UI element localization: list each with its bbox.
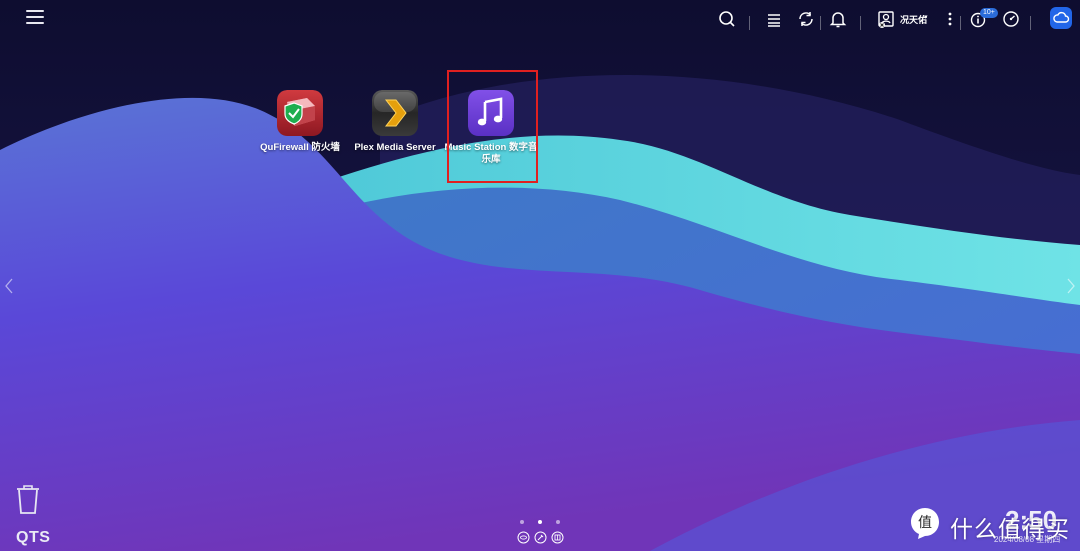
chevron-down-icon[interactable]: ▾ — [924, 13, 928, 21]
cloud-icon[interactable] — [1050, 7, 1072, 29]
top-bar: 况天佑 ▾ 10+ — [0, 0, 1080, 38]
watermark-text: 什么值得买 — [950, 517, 1070, 543]
page-dot-active[interactable] — [538, 520, 542, 524]
selection-highlight-box — [447, 70, 538, 183]
brand-logo: QTS — [16, 529, 51, 546]
watermark-logo-icon: 值 — [908, 506, 942, 540]
page-indicator — [518, 518, 562, 526]
more-options-icon[interactable] — [940, 9, 960, 29]
app-label: QuFirewall 防火墙 — [260, 142, 340, 153]
background-tasks-icon[interactable] — [764, 9, 784, 29]
disk-icon[interactable] — [517, 531, 530, 544]
search-icon[interactable] — [717, 9, 737, 29]
watermark: 值 什么值得买 — [908, 506, 1074, 543]
main-menu-icon[interactable] — [26, 10, 44, 28]
app-plex-media-server[interactable]: Plex Media Server — [347, 90, 443, 154]
chevron-left-icon[interactable] — [4, 277, 14, 295]
toolbar-separator — [960, 16, 961, 30]
chevron-right-icon[interactable] — [1066, 277, 1076, 295]
toolbar-separator — [820, 16, 821, 30]
bell-icon[interactable] — [828, 9, 848, 29]
plex-chevron-icon[interactable] — [372, 90, 418, 136]
watermark-logo-char: 值 — [918, 515, 932, 531]
notification-badge: 10+ — [980, 8, 998, 18]
app-label: Plex Media Server — [354, 142, 436, 153]
page-dot[interactable] — [520, 520, 524, 524]
user-name[interactable]: 况天佑 — [900, 13, 927, 26]
toolbar-separator — [1030, 16, 1031, 30]
desktop-wallpaper — [0, 0, 1080, 551]
toolbar-separator — [860, 16, 861, 30]
trash-icon[interactable] — [14, 482, 42, 516]
app-qufirewall[interactable]: QuFirewall 防火墙 — [252, 90, 348, 154]
dashboard-gauge-icon[interactable] — [1001, 9, 1021, 29]
sync-icon[interactable] — [796, 9, 816, 29]
toolbar-separator — [749, 16, 750, 30]
app-center-icon[interactable] — [551, 531, 564, 544]
tools-icon[interactable] — [534, 531, 547, 544]
dock — [515, 531, 567, 545]
firewall-shield-icon[interactable] — [277, 90, 323, 136]
user-avatar-icon[interactable] — [876, 9, 896, 29]
page-dot[interactable] — [556, 520, 560, 524]
